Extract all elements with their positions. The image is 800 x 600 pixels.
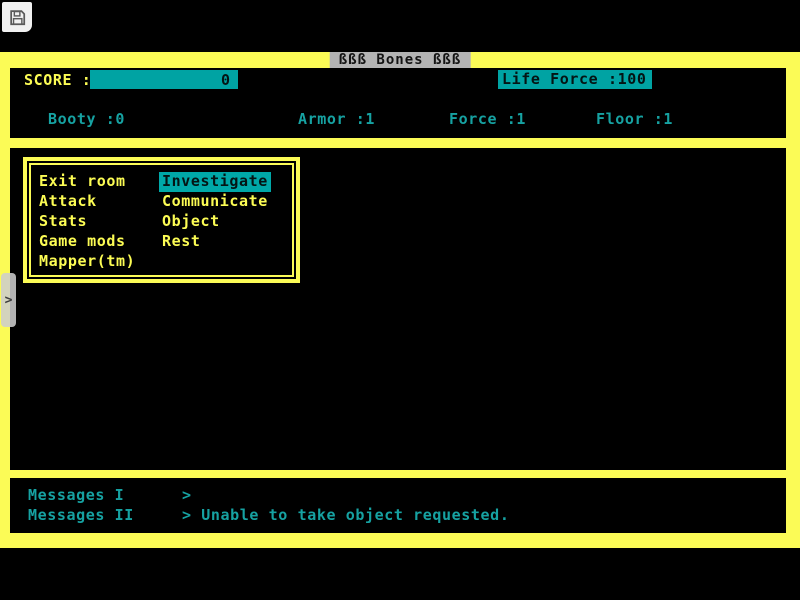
message-1-label: Messages I: [28, 486, 124, 504]
score-value: 0: [221, 71, 230, 89]
message-2-content: > Unable to take object requested.: [182, 506, 509, 524]
message-2-label: Messages II: [28, 506, 134, 524]
save-button[interactable]: [2, 2, 32, 32]
app-window: ßßß Bones ßßß SCORE : 0 Life Force :100 …: [0, 0, 800, 600]
game-title: ßßß Bones ßßß: [330, 52, 471, 68]
menu-item-investigate[interactable]: Investigate: [159, 172, 271, 192]
floppy-disk-icon: [8, 8, 27, 27]
menu-item-attack[interactable]: Attack: [39, 192, 135, 212]
menu-item-rest[interactable]: Rest: [162, 232, 271, 252]
menu-item-stats[interactable]: Stats: [39, 212, 135, 232]
messages-panel: Messages I > Messages II > Unable to tak…: [10, 478, 786, 533]
sidebar-toggle[interactable]: >: [1, 273, 16, 327]
menu-column-right: Investigate Communicate Object Rest: [162, 172, 271, 252]
menu-item-exit-room[interactable]: Exit room: [39, 172, 135, 192]
status-panel: SCORE : 0 Life Force :100 Booty :0 Armor…: [10, 68, 786, 138]
stat-floor: Floor :1: [596, 110, 673, 128]
menu-item-game-mods[interactable]: Game mods: [39, 232, 135, 252]
life-force-badge: Life Force :100: [498, 70, 652, 89]
chevron-right-icon: >: [5, 293, 13, 308]
room-panel: Exit room Attack Stats Game mods Mapper(…: [10, 148, 786, 470]
menu-item-mapper[interactable]: Mapper(tm): [39, 252, 135, 272]
menu-item-communicate[interactable]: Communicate: [162, 192, 271, 212]
action-menu: Exit room Attack Stats Game mods Mapper(…: [23, 157, 300, 283]
menu-item-object[interactable]: Object: [162, 212, 271, 232]
stat-armor: Armor :1: [298, 110, 375, 128]
stat-booty: Booty :0: [48, 110, 125, 128]
game-screen: ßßß Bones ßßß SCORE : 0 Life Force :100 …: [0, 52, 800, 548]
score-label: SCORE :: [24, 71, 91, 89]
message-1-content: >: [182, 486, 192, 504]
stat-force: Force :1: [449, 110, 526, 128]
score-bar: 0: [90, 70, 238, 89]
action-menu-inner: Exit room Attack Stats Game mods Mapper(…: [29, 163, 294, 277]
menu-column-left: Exit room Attack Stats Game mods Mapper(…: [39, 172, 135, 272]
